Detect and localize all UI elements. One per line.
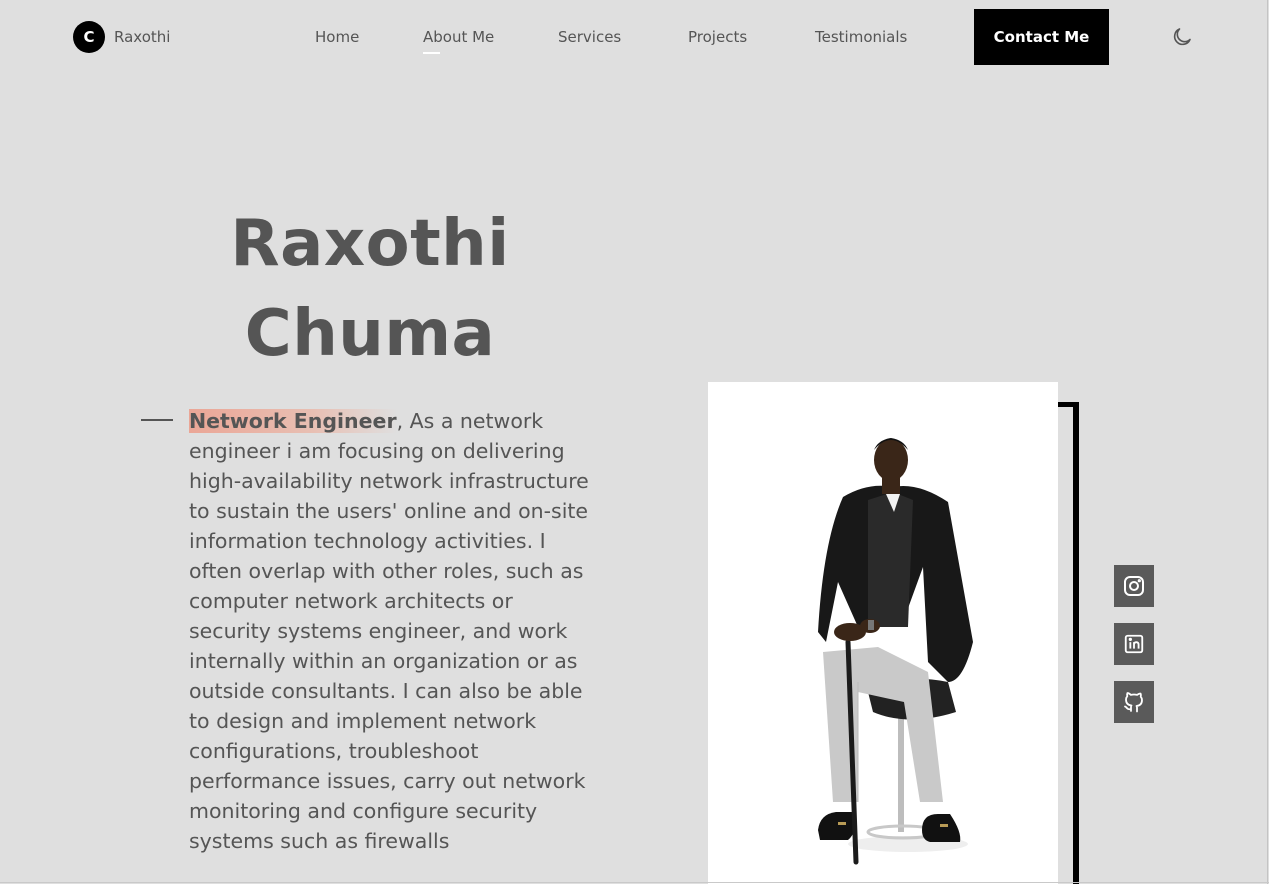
github-link[interactable]: [1114, 681, 1154, 723]
nav-about-me-label: About Me: [423, 28, 495, 46]
linkedin-link[interactable]: [1114, 623, 1154, 665]
decorative-dash: [141, 419, 173, 421]
linkedin-icon: [1124, 634, 1144, 654]
hero-first-name: Raxothi: [230, 207, 510, 281]
description-text: , As a network engineer i am focusing on…: [189, 409, 589, 853]
nav-about-me[interactable]: About Me: [423, 28, 495, 54]
nav-projects[interactable]: Projects: [688, 28, 747, 46]
instagram-icon: [1124, 576, 1144, 596]
theme-toggle-button[interactable]: [1170, 25, 1194, 49]
instagram-link[interactable]: [1114, 565, 1154, 607]
brand-name: Raxothi: [114, 28, 171, 46]
moon-icon: [1173, 28, 1191, 46]
hero-last-name: Chuma: [244, 297, 496, 371]
profile-photo: [708, 382, 1058, 884]
active-nav-indicator: [423, 52, 440, 54]
profile-photo-illustration: [818, 438, 973, 865]
nav-services[interactable]: Services: [558, 28, 621, 46]
brand-link[interactable]: C Raxothi: [73, 21, 170, 53]
hero-name-heading: Raxothi Chuma: [140, 199, 600, 379]
github-icon: [1124, 692, 1143, 713]
brand-logo: C: [73, 21, 105, 53]
hero-description: Network Engineer, As a network engineer …: [189, 406, 601, 856]
portrait-frame-right: [1073, 402, 1079, 884]
nav-home[interactable]: Home: [315, 28, 359, 46]
contact-me-button[interactable]: Contact Me: [974, 9, 1109, 65]
top-navbar: C Raxothi Home About Me Services Project…: [0, 0, 1269, 74]
page-edge: [1267, 0, 1268, 884]
nav-testimonials[interactable]: Testimonials: [815, 28, 907, 46]
portfolio-page: C Raxothi Home About Me Services Project…: [0, 0, 1269, 884]
role-highlight: Network Engineer: [189, 409, 397, 433]
page-bottom-edge: [0, 882, 1269, 883]
